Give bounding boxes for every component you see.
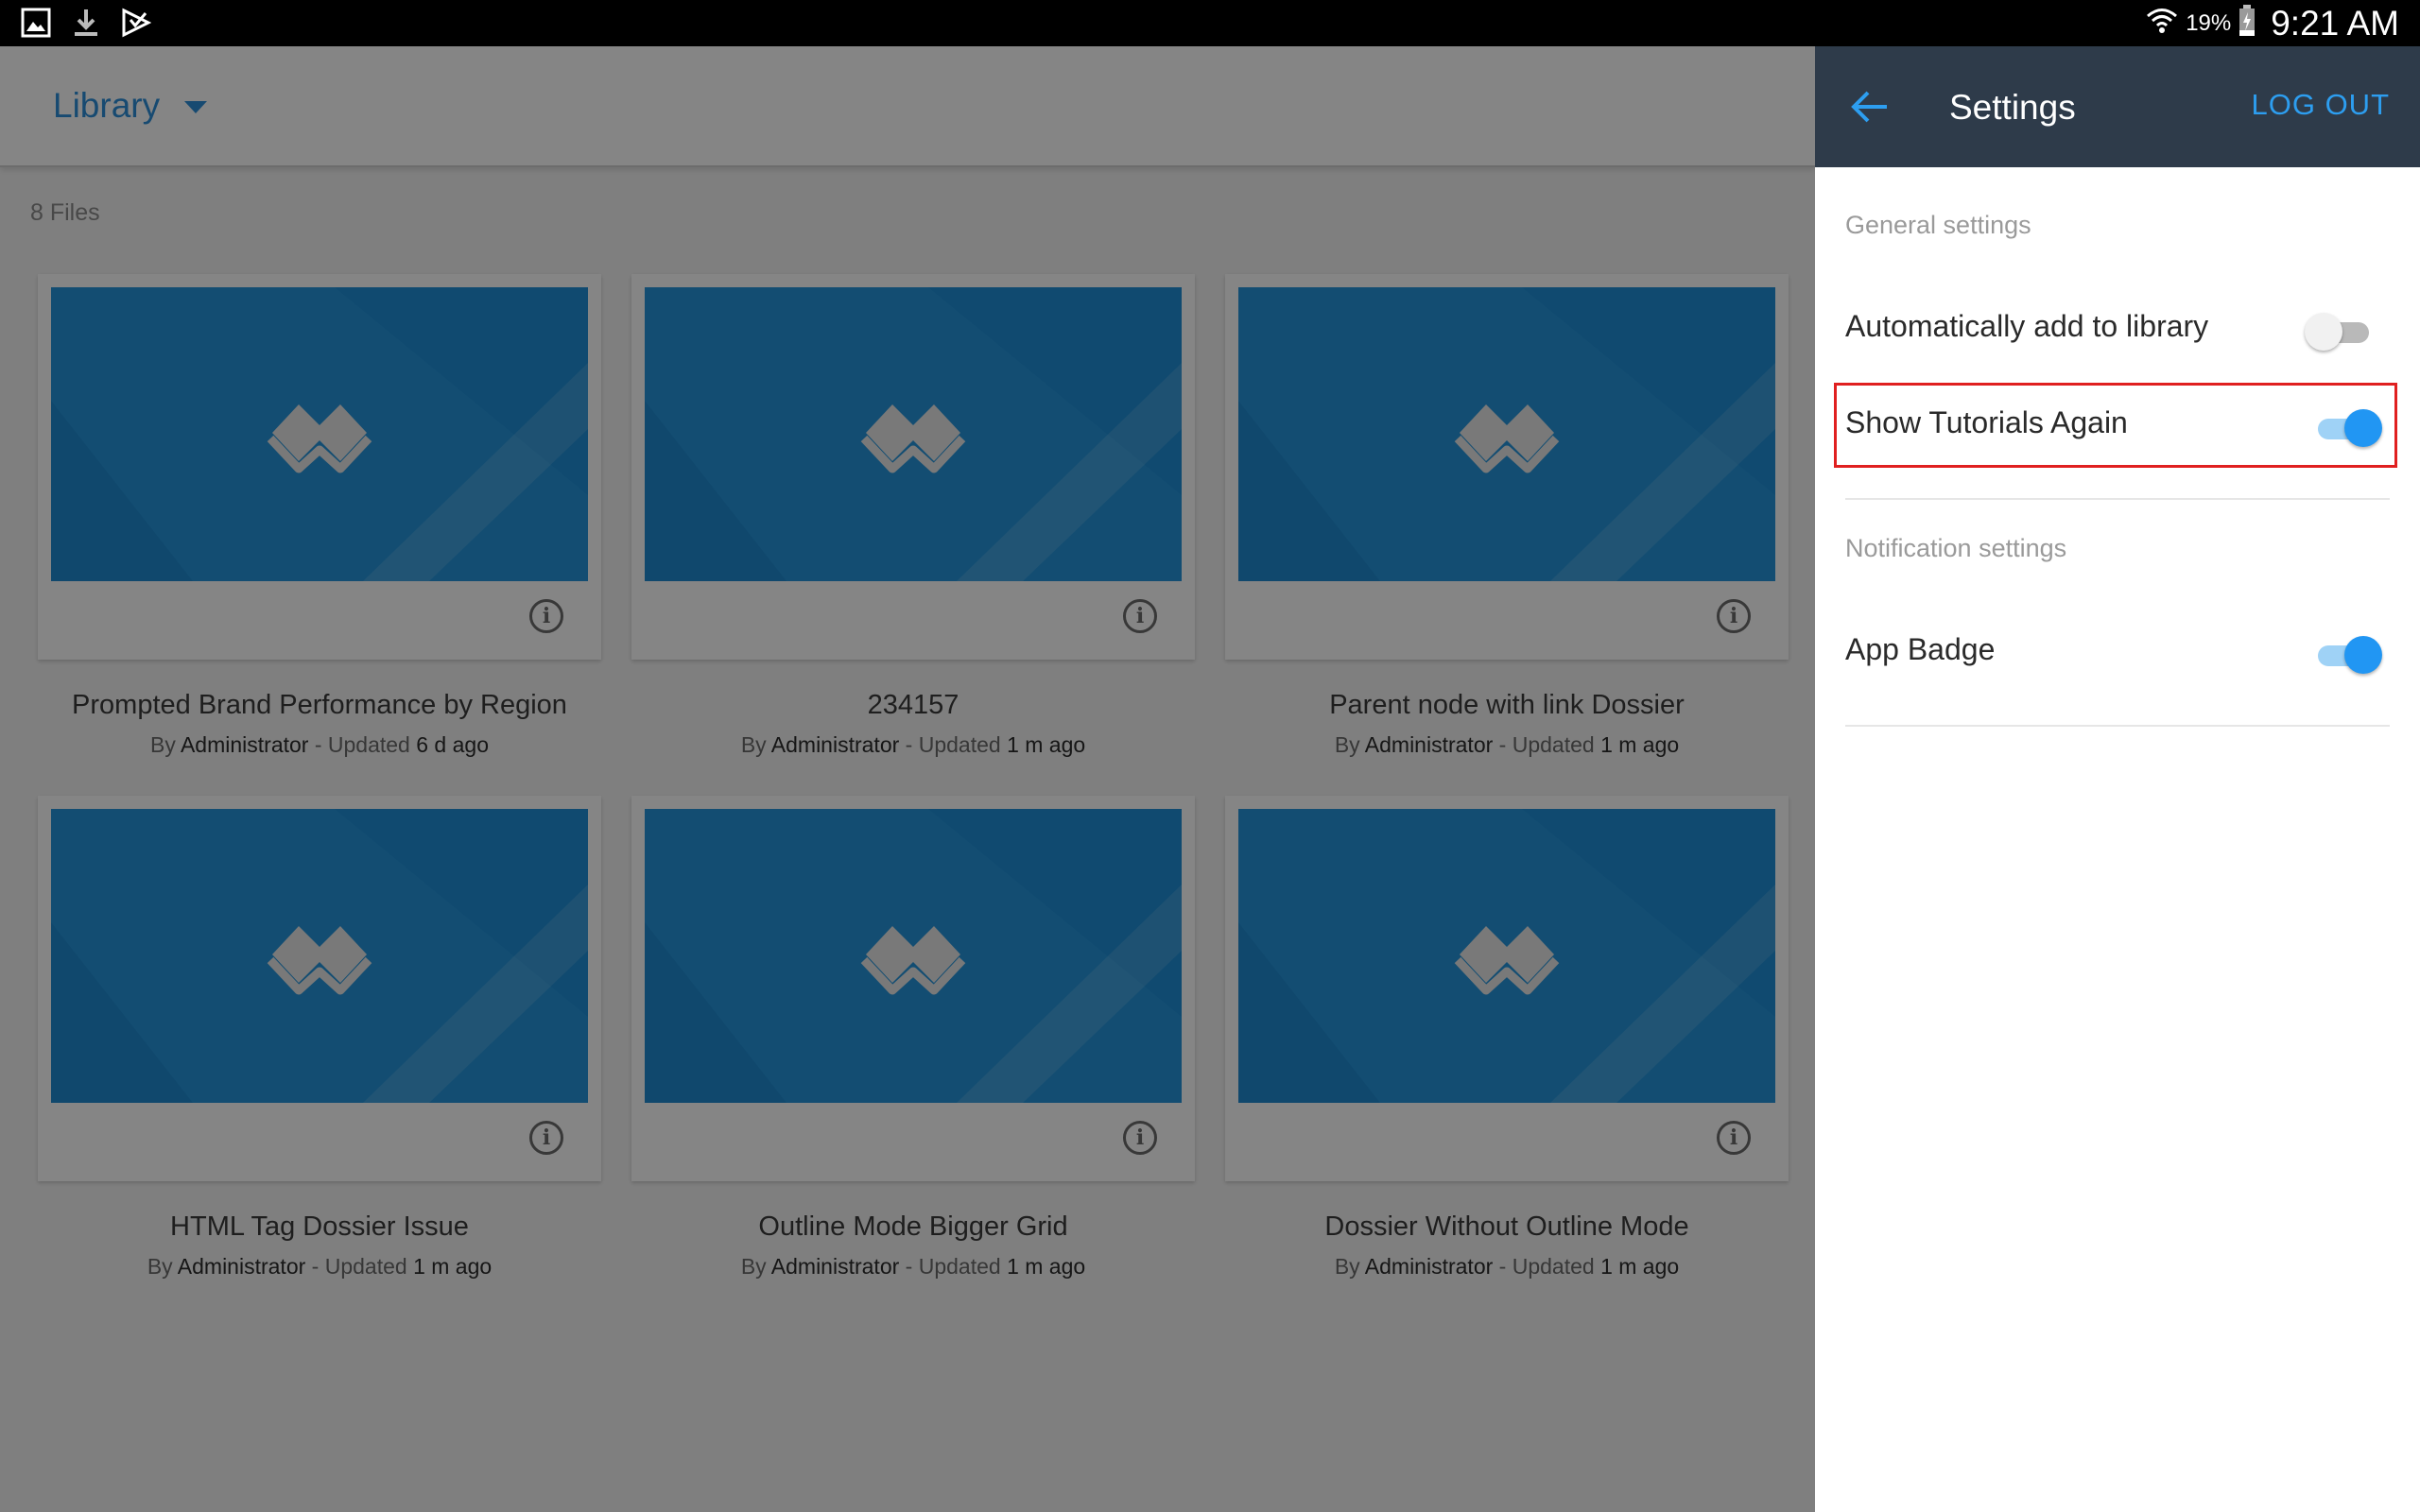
toggle-knob	[2344, 409, 2382, 447]
app-badge-toggle[interactable]	[2314, 634, 2382, 676]
settings-title: Settings	[1949, 88, 2076, 127]
wifi-icon	[2146, 6, 2178, 41]
battery-percent: 19%	[2186, 9, 2232, 36]
section-divider	[1845, 725, 2390, 727]
scrim-overlay[interactable]	[0, 46, 1815, 1512]
section-divider	[1845, 498, 2390, 500]
settings-panel: Settings LOG OUT General settings Automa…	[1815, 46, 2420, 1512]
download-icon	[72, 8, 100, 38]
logout-button[interactable]: LOG OUT	[2251, 88, 2390, 122]
toggle-knob	[2344, 636, 2382, 674]
auto-add-toggle[interactable]	[2305, 311, 2373, 352]
general-settings-heading: General settings	[1845, 211, 2031, 239]
clock: 9:21 AM	[2271, 3, 2399, 43]
status-bar: 19% 9:21 AM	[0, 0, 2420, 46]
show-tutorials-label: Show Tutorials Again	[1845, 405, 2128, 439]
status-icons-left	[21, 8, 151, 38]
app-badge-label: App Badge	[1845, 632, 1996, 666]
battery-icon	[2238, 5, 2256, 42]
gallery-icon	[21, 8, 51, 38]
toggle-knob	[2305, 313, 2342, 351]
play-store-icon	[121, 8, 151, 38]
back-arrow-icon[interactable]	[1849, 88, 1889, 130]
settings-header: Settings LOG OUT	[1815, 46, 2420, 167]
show-tutorials-toggle[interactable]	[2314, 407, 2382, 449]
auto-add-label: Automatically add to library	[1845, 309, 2209, 343]
notification-settings-heading: Notification settings	[1845, 534, 2067, 562]
status-icons-right: 19% 9:21 AM	[2146, 0, 2399, 46]
screen: 19% 9:21 AM Library 8 Files i Prompted Br…	[0, 0, 2420, 1512]
